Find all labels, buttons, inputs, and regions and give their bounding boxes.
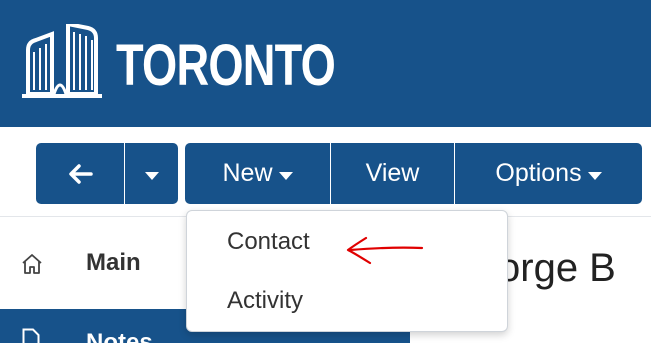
options-button-label: Options [495, 159, 582, 187]
arrow-left-icon [69, 163, 93, 184]
record-title: orge B [498, 246, 616, 290]
site-header: TORONTO [0, 0, 651, 127]
toronto-logo[interactable]: TORONTO [22, 24, 336, 100]
view-button-label: View [365, 159, 420, 187]
caret-down-icon [278, 171, 293, 180]
menu-item-activity[interactable]: Activity [227, 287, 303, 315]
options-dropdown-button[interactable]: Options [455, 143, 642, 204]
nav-item-main-label: Main [86, 249, 141, 276]
nav-item-notes-label: Notes [86, 329, 153, 343]
logo-wordmark: TORONTO [116, 33, 336, 98]
new-dropdown-menu: Contact Activity [186, 210, 508, 332]
caret-down-icon [144, 171, 159, 180]
back-button[interactable] [36, 143, 124, 204]
caret-down-icon [587, 171, 602, 180]
app-window: TORONTO New View Options Main Notes orge… [0, 0, 651, 343]
document-icon [22, 328, 40, 343]
command-toolbar: New View Options [0, 127, 651, 217]
menu-item-contact[interactable]: Contact [227, 228, 310, 256]
new-dropdown-button[interactable]: New [185, 143, 330, 204]
back-history-dropdown-button[interactable] [125, 143, 178, 204]
city-hall-icon [22, 24, 102, 98]
view-button[interactable]: View [331, 143, 454, 204]
new-button-label: New [222, 159, 273, 187]
home-icon [22, 254, 42, 274]
